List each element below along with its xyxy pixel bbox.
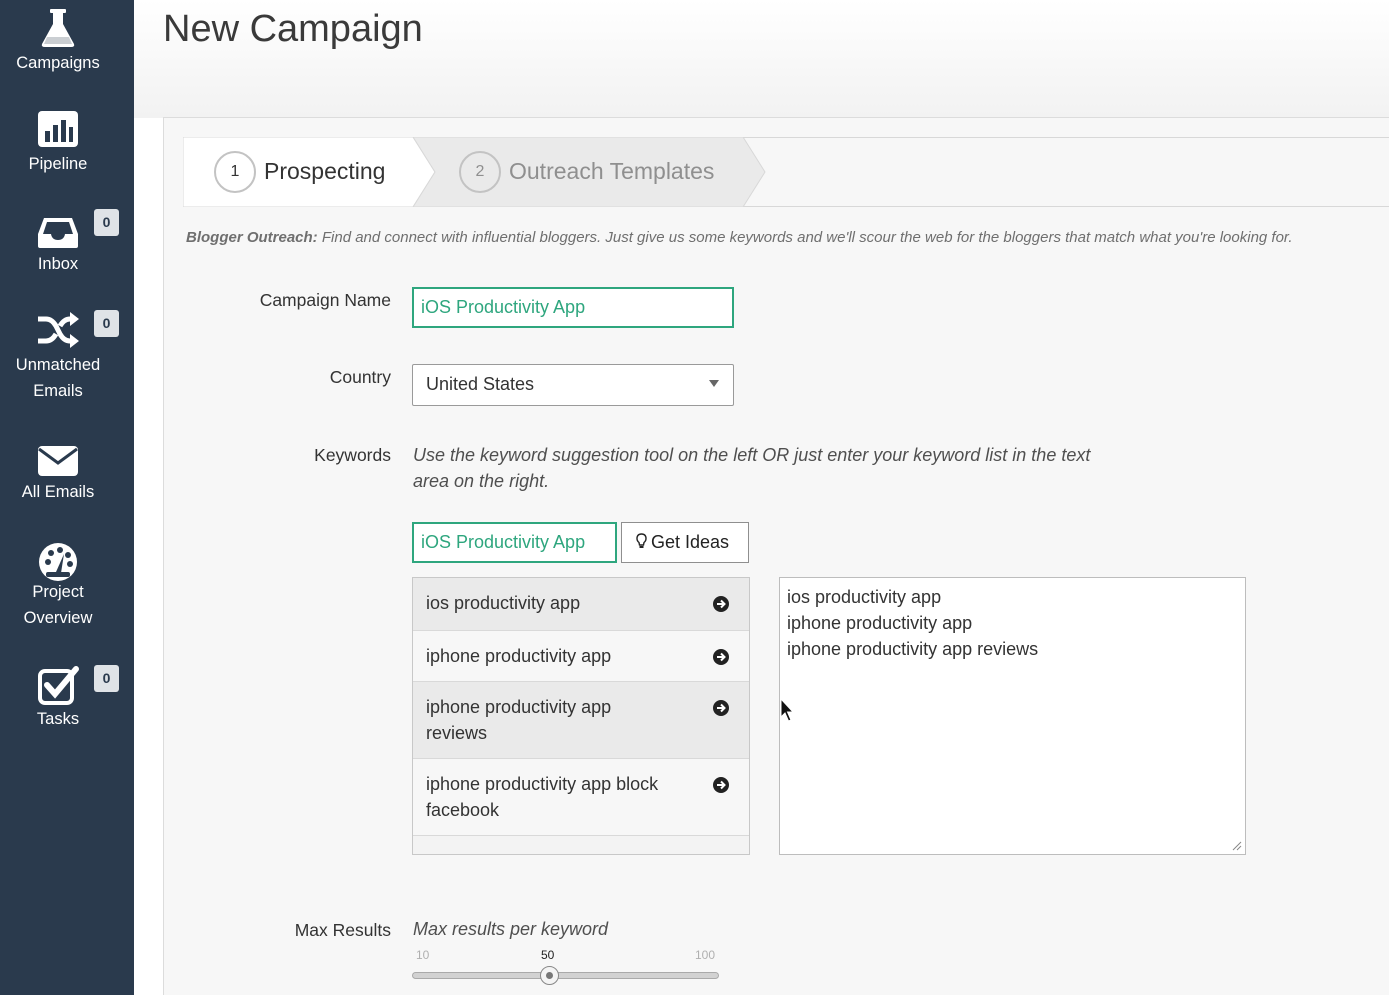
keyword-search-input[interactable]: iOS Productivity App xyxy=(412,522,617,563)
flask-icon xyxy=(41,9,75,47)
suggestion-item[interactable]: ios productivity app xyxy=(413,578,749,631)
nav-campaigns[interactable]: Campaigns xyxy=(0,0,134,100)
arrow-circle-right-icon[interactable] xyxy=(712,595,730,613)
step-1-label: Prospecting xyxy=(264,158,386,184)
country-label: Country xyxy=(329,367,391,387)
step-prospecting[interactable]: 1 Prospecting xyxy=(183,137,435,207)
intro-bold: Blogger Outreach: xyxy=(186,229,318,246)
nav-all-emails-label: All Emails xyxy=(21,483,95,501)
slider-max-label: 100 xyxy=(695,948,716,962)
lightbulb-icon xyxy=(636,533,647,548)
intro-description: Find and connect with influential blogge… xyxy=(317,229,1293,246)
nav-unmatched-label-line1: Unmatched xyxy=(15,356,101,374)
keywords-help-text: Use the keyword suggestion tool on the l… xyxy=(413,445,1091,491)
campaign-name-label: Campaign Name xyxy=(259,290,391,310)
suggestion-text: iphone productivity app xyxy=(426,646,612,666)
nav-campaigns-label: Campaigns xyxy=(16,54,100,72)
suggestion-text: ios productivity app xyxy=(426,593,581,613)
mouse-pointer-icon xyxy=(780,698,795,722)
slider-value-label: 50 xyxy=(541,948,555,962)
campaign-name-input[interactable]: iOS Productivity App xyxy=(412,287,734,328)
keyword-suggestions-list[interactable]: ios productivity app iphone productivity… xyxy=(412,577,750,855)
max-results-slider-track[interactable] xyxy=(412,972,719,979)
keyword-line: ios productivity app xyxy=(787,587,942,607)
suggestion-text: iphone productivity app block facebook xyxy=(426,774,659,820)
page-header: New Campaign xyxy=(134,0,1389,118)
chevron-down-icon xyxy=(709,380,719,387)
keyword-line: iphone productivity app xyxy=(787,613,973,633)
max-results-slider-handle[interactable] xyxy=(540,966,559,985)
checkbox-icon xyxy=(38,666,79,705)
suggestion-item[interactable]: iphone productivity app reviews xyxy=(413,682,749,759)
nav-unmatched-emails[interactable]: Unmatched Emails 0 xyxy=(0,300,134,405)
inbox-count-badge: 0 xyxy=(94,209,119,236)
arrow-circle-right-icon[interactable] xyxy=(712,648,730,666)
unmatched-count-badge: 0 xyxy=(94,310,119,337)
nav-pipeline-label: Pipeline xyxy=(28,155,88,173)
slider-min-label: 10 xyxy=(416,948,430,962)
nav-project-label-line1: Project xyxy=(32,583,84,601)
get-ideas-button[interactable]: Get Ideas xyxy=(621,522,749,563)
step-2-number: 2 xyxy=(459,151,501,193)
wizard-steps: 1 Prospecting 2 Outreach Templates xyxy=(183,137,1389,207)
page-title: New Campaign xyxy=(163,8,423,50)
suggestion-text: iphone productivity app reviews xyxy=(426,697,612,743)
resize-grip-icon[interactable] xyxy=(1232,841,1242,851)
nav-pipeline[interactable]: Pipeline xyxy=(0,100,134,200)
nav-all-emails[interactable]: All Emails xyxy=(0,430,134,520)
step-2-label: Outreach Templates xyxy=(509,158,715,184)
keyword-list-textarea[interactable]: ios productivity app iphone productivity… xyxy=(779,577,1246,855)
inbox-icon xyxy=(38,218,78,248)
country-select[interactable]: United States xyxy=(412,364,734,406)
max-results-help-text: Max results per keyword xyxy=(413,919,609,939)
nav-tasks-label: Tasks xyxy=(36,710,80,728)
campaign-form-card xyxy=(163,117,1389,995)
max-results-label: Max Results xyxy=(294,920,391,940)
nav-project-overview[interactable]: Project Overview xyxy=(0,530,134,635)
tasks-count-badge: 0 xyxy=(94,665,119,692)
nav-project-label-line2: Overview xyxy=(23,609,93,627)
bar-chart-icon xyxy=(38,111,78,147)
campaign-intro-text: Blogger Outreach: Find and connect with … xyxy=(186,229,1386,246)
nav-inbox-label: Inbox xyxy=(37,255,79,273)
get-ideas-label: Get Ideas xyxy=(651,532,730,552)
sidebar: Campaigns Pipeline Inbox 0 Unmatched Ema… xyxy=(0,0,134,995)
step-outreach-templates[interactable]: 2 Outreach Templates xyxy=(435,137,765,207)
nav-unmatched-label-line2: Emails xyxy=(33,382,83,400)
arrow-circle-right-icon[interactable] xyxy=(712,699,730,717)
nav-inbox[interactable]: Inbox 0 xyxy=(0,200,134,300)
dashboard-icon xyxy=(39,543,77,581)
nav-tasks[interactable]: Tasks 0 xyxy=(0,655,134,745)
step-1-number: 1 xyxy=(214,151,256,193)
suggestion-item[interactable]: iphone productivity app block facebook xyxy=(413,759,749,836)
suggestion-item[interactable]: iphone productivity app xyxy=(413,631,749,682)
country-value: United States xyxy=(426,374,535,394)
arrow-circle-right-icon[interactable] xyxy=(712,776,730,794)
keyword-line: iphone productivity app reviews xyxy=(787,639,1039,659)
envelope-icon xyxy=(38,446,78,476)
keywords-label: Keywords xyxy=(314,445,391,465)
shuffle-icon xyxy=(38,312,79,348)
